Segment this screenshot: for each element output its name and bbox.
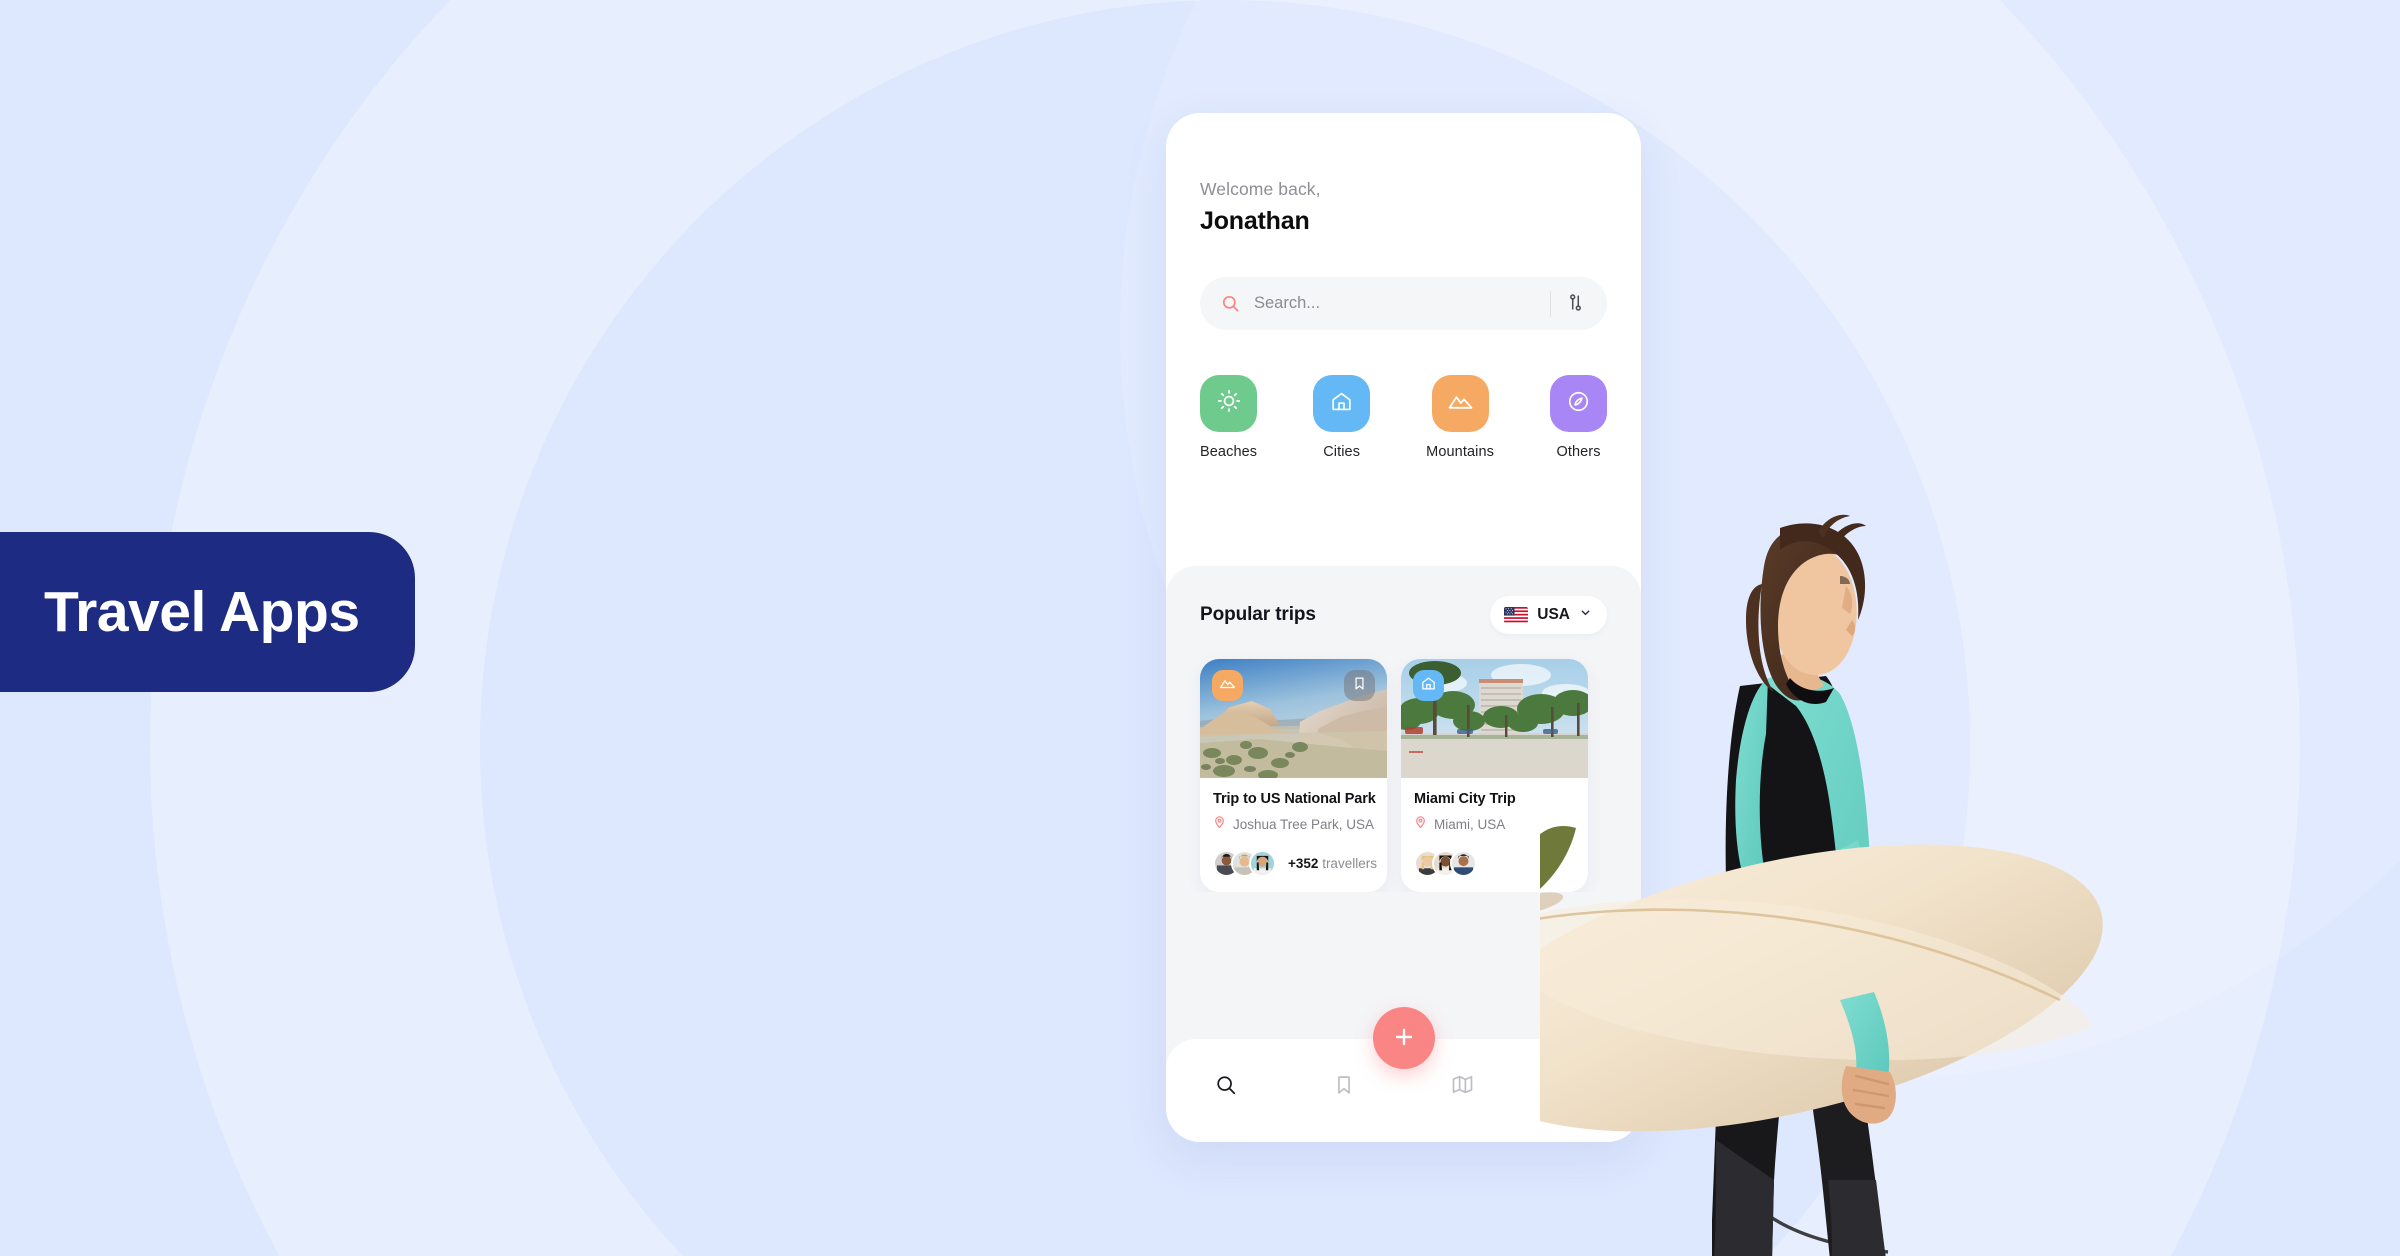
surfer-photo [1540,514,2103,1256]
welcome-back-label: Welcome back, [1200,179,1321,199]
trip-card-location: Joshua Tree Park, USA [1213,815,1374,834]
add-trip-fab[interactable] [1372,1007,1435,1069]
trip-card-location-text: Joshua Tree Park, USA [1233,817,1375,832]
category-others-label: Others [1556,444,1601,460]
search-bar[interactable] [1200,277,1607,330]
trip-card-category-badge [1212,670,1243,701]
compass-icon [1566,389,1591,419]
search-icon [1215,1074,1237,1099]
bookmark-icon [1333,1074,1355,1099]
traveller-count-number: +352 [1288,856,1319,871]
category-mountains[interactable]: Mountains [1426,375,1494,460]
trip-card-bookmark-button[interactable] [1344,670,1375,701]
category-beaches-label: Beaches [1200,444,1258,460]
mountain-icon [1447,388,1474,420]
category-mountains-tile [1431,375,1489,432]
trip-card-title: Trip to US National Park [1213,791,1376,807]
mountain-icon [1219,675,1236,697]
trip-card-image [1200,659,1387,778]
map-pin-icon [1213,815,1226,834]
category-cities[interactable]: Cities [1313,375,1371,460]
map-icon [1451,1073,1474,1099]
popular-trips-title: Popular trips [1200,604,1316,625]
category-mountains-label: Mountains [1426,444,1494,460]
filter-button[interactable] [1551,280,1599,328]
nav-bookmark-button[interactable] [1322,1064,1366,1108]
category-cities-label: Cities [1323,444,1361,460]
travel-apps-badge-label: Travel Apps [44,580,360,644]
home-icon [1329,389,1354,419]
avatar [1249,850,1276,877]
category-others[interactable]: Others [1550,375,1607,460]
page-root: Travel Apps Welcome back, Jonathan Searc… [0,0,2400,1256]
category-cities-tile [1313,375,1371,432]
traveller-avatars [1414,850,1477,877]
category-others-tile [1550,375,1607,432]
home-icon [1420,675,1437,697]
nav-map-button[interactable] [1441,1064,1485,1108]
trip-card-footer: +352 travellers [1213,850,1377,877]
plus-icon [1391,1024,1417,1053]
bookmark-icon [1352,676,1367,696]
nav-search-button[interactable] [1204,1064,1248,1108]
map-pin-icon [1414,815,1427,834]
sliders-icon [1566,293,1585,315]
sun-icon [1216,388,1242,419]
trip-card-location-text: Miami, USA [1434,817,1506,832]
category-list: Beaches Cities Mountains Others [1200,375,1607,460]
trip-card-category-badge [1413,670,1444,701]
user-name: Jonathan [1200,207,1310,235]
category-beaches[interactable]: Beaches [1200,375,1258,460]
traveller-avatars [1213,850,1276,877]
traveller-count-label: travellers [1322,856,1377,871]
travel-apps-badge: Travel Apps [0,532,415,692]
search-icon [1221,294,1240,313]
trip-card[interactable]: Trip to US National Park Joshua Tree Par… [1200,659,1387,892]
avatar [1450,850,1477,877]
trip-card-body: Trip to US National Park Joshua Tree Par… [1200,778,1387,892]
category-beaches-tile [1200,375,1258,432]
search-input[interactable] [1240,294,1550,313]
phone-header: Welcome back, Jonathan Search... Beaches… [1166,113,1641,460]
traveller-count: +352 travellers [1288,856,1377,871]
us-flag-icon [1504,607,1529,623]
